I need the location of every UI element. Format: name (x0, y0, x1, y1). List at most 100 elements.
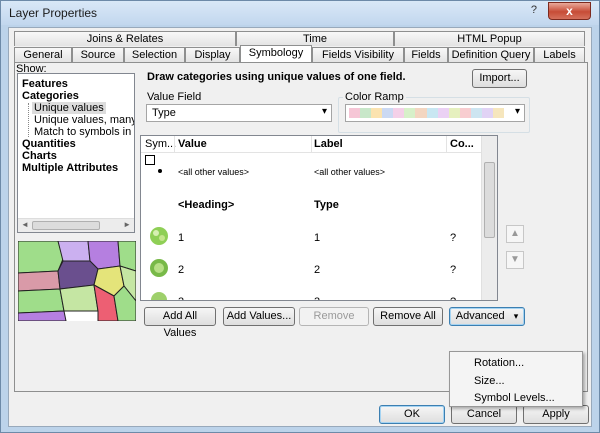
row-label-heading: Type (314, 199, 339, 211)
ramp-color-swatch (393, 108, 405, 118)
color-ramp-label: Color Ramp (343, 91, 406, 103)
ramp-color-swatch (404, 108, 416, 118)
ramp-color-swatch (481, 108, 494, 118)
apply-label: Apply (542, 408, 570, 420)
tab-html-popup[interactable]: HTML Popup (394, 31, 585, 46)
ramp-color-swatch (426, 108, 438, 118)
unique-values-grid[interactable]: Sym... Value Label Co... <all other valu… (140, 135, 498, 301)
menu-item-size[interactable]: Size... (474, 375, 505, 387)
remove-all-button[interactable]: Remove All (373, 307, 443, 326)
tree-item-unique-values[interactable]: Unique values (32, 102, 106, 114)
grid-scroll-thumb[interactable] (484, 162, 495, 238)
tab-selection[interactable]: Selection (124, 47, 185, 62)
move-up-button[interactable]: ▲ (506, 225, 524, 243)
advanced-button[interactable]: Advanced ▾ (449, 307, 525, 326)
tree-symbol-icon[interactable] (149, 290, 169, 301)
close-icon: x (566, 4, 573, 18)
ramp-color-swatch (459, 108, 471, 118)
preview-map-image (18, 241, 136, 321)
row-checkbox[interactable] (145, 155, 155, 165)
column-header-symbol[interactable]: Sym... (145, 138, 176, 150)
ramp-color-swatch (470, 108, 482, 118)
advanced-menu: Rotation... Size... Symbol Levels... (449, 351, 583, 407)
tab-symbology[interactable]: Symbology (240, 45, 312, 62)
add-values-button[interactable]: Add Values... (223, 307, 295, 326)
tab-display[interactable]: Display (185, 47, 240, 62)
row-label-3: 3 (314, 296, 320, 300)
ramp-color-swatch (437, 108, 449, 118)
symbology-panel: Show: Features Categories Unique values … (14, 62, 588, 392)
row-label-1: 1 (314, 232, 321, 244)
value-field-label: Value Field (147, 91, 202, 103)
tree-item-match-to-symbols[interactable]: Match to symbols in a sty (34, 126, 134, 138)
value-field-value: Type (152, 107, 176, 119)
ramp-color-swatch (382, 108, 394, 118)
renderer-tree: Features Categories Unique values Unique… (17, 73, 135, 233)
tree-symbol-icon[interactable] (149, 226, 169, 246)
ok-button[interactable]: OK (379, 405, 445, 424)
column-header-count[interactable]: Co... (450, 138, 474, 150)
dropdown-arrow-icon: ▾ (513, 311, 519, 321)
cancel-label: Cancel (466, 408, 502, 420)
grid-vertical-scrollbar[interactable] (481, 136, 497, 300)
tree-item-categories[interactable]: Categories (22, 90, 79, 102)
add-all-values-label: Add All Values (162, 310, 198, 339)
value-field-select[interactable]: Type ▾ (146, 104, 332, 122)
column-header-label[interactable]: Label (314, 138, 343, 150)
import-button-label: Import... (479, 72, 520, 84)
tab-source[interactable]: Source (72, 47, 124, 62)
title-bar: Layer Properties ? x (1, 1, 599, 25)
tree-scroll-thumb[interactable] (32, 221, 100, 230)
row-count-3: ? (450, 296, 456, 300)
ramp-color-swatch (493, 108, 505, 118)
tree-symbol-icon[interactable] (149, 258, 169, 278)
ramp-color-swatch (371, 108, 383, 118)
color-ramp-select[interactable]: ▾ (345, 104, 525, 122)
ramp-color-swatch (448, 108, 460, 118)
cancel-button[interactable]: Cancel (451, 405, 517, 424)
close-button[interactable]: x (548, 2, 591, 20)
tree-item-unique-values-many-fields[interactable]: Unique values, many fiel (34, 114, 134, 126)
tree-item-charts[interactable]: Charts (22, 150, 57, 162)
row-value-heading: <Heading> (178, 199, 235, 211)
scroll-right-icon[interactable]: ► (123, 220, 131, 229)
move-down-button[interactable]: ▼ (506, 251, 524, 269)
ramp-color-swatch (360, 108, 372, 118)
point-symbol-icon[interactable] (158, 169, 162, 173)
row-value-all-other: <all other values> (178, 167, 250, 177)
tree-item-quantities[interactable]: Quantities (22, 138, 76, 150)
tab-joins-relates[interactable]: Joins & Relates (14, 31, 236, 46)
add-all-values-button[interactable]: Add All Values (144, 307, 216, 339)
tree-connector (28, 103, 29, 137)
tree-item-multiple-attributes[interactable]: Multiple Attributes (22, 162, 118, 174)
apply-button[interactable]: Apply (523, 405, 589, 424)
remove-all-label: Remove All (380, 310, 436, 322)
column-divider (174, 136, 175, 153)
add-values-label: Add Values... (226, 310, 292, 322)
row-label-2: 2 (314, 264, 321, 276)
remove-button[interactable]: Remove (299, 307, 369, 326)
scroll-left-icon[interactable]: ◄ (21, 220, 29, 229)
row-value-3: 3 (178, 296, 184, 300)
tab-fields-visibility[interactable]: Fields Visibility (312, 47, 404, 62)
tab-time[interactable]: Time (236, 31, 394, 46)
tree-horizontal-scrollbar[interactable]: ◄ ► (18, 218, 134, 232)
tab-labels[interactable]: Labels (534, 47, 585, 62)
row-value-1: 1 (178, 232, 185, 244)
remove-label: Remove (313, 310, 355, 322)
tree-item-features[interactable]: Features (22, 78, 68, 90)
color-ramp-swatch (349, 108, 505, 118)
ramp-color-swatch (415, 108, 427, 118)
tab-definition-query[interactable]: Definition Query (448, 47, 534, 62)
column-divider (311, 136, 312, 153)
menu-item-rotation[interactable]: Rotation... (474, 357, 524, 369)
column-header-value[interactable]: Value (178, 138, 207, 150)
menu-item-symbol-levels[interactable]: Symbol Levels... (474, 392, 555, 404)
row-value-2: 2 (178, 264, 185, 276)
import-button[interactable]: Import... (472, 69, 527, 88)
chevron-down-icon: ▾ (514, 106, 520, 117)
tab-fields[interactable]: Fields (404, 47, 448, 62)
help-icon[interactable]: ? (531, 4, 537, 16)
tab-general[interactable]: General (14, 47, 72, 62)
row-count-2: ? (450, 264, 457, 276)
